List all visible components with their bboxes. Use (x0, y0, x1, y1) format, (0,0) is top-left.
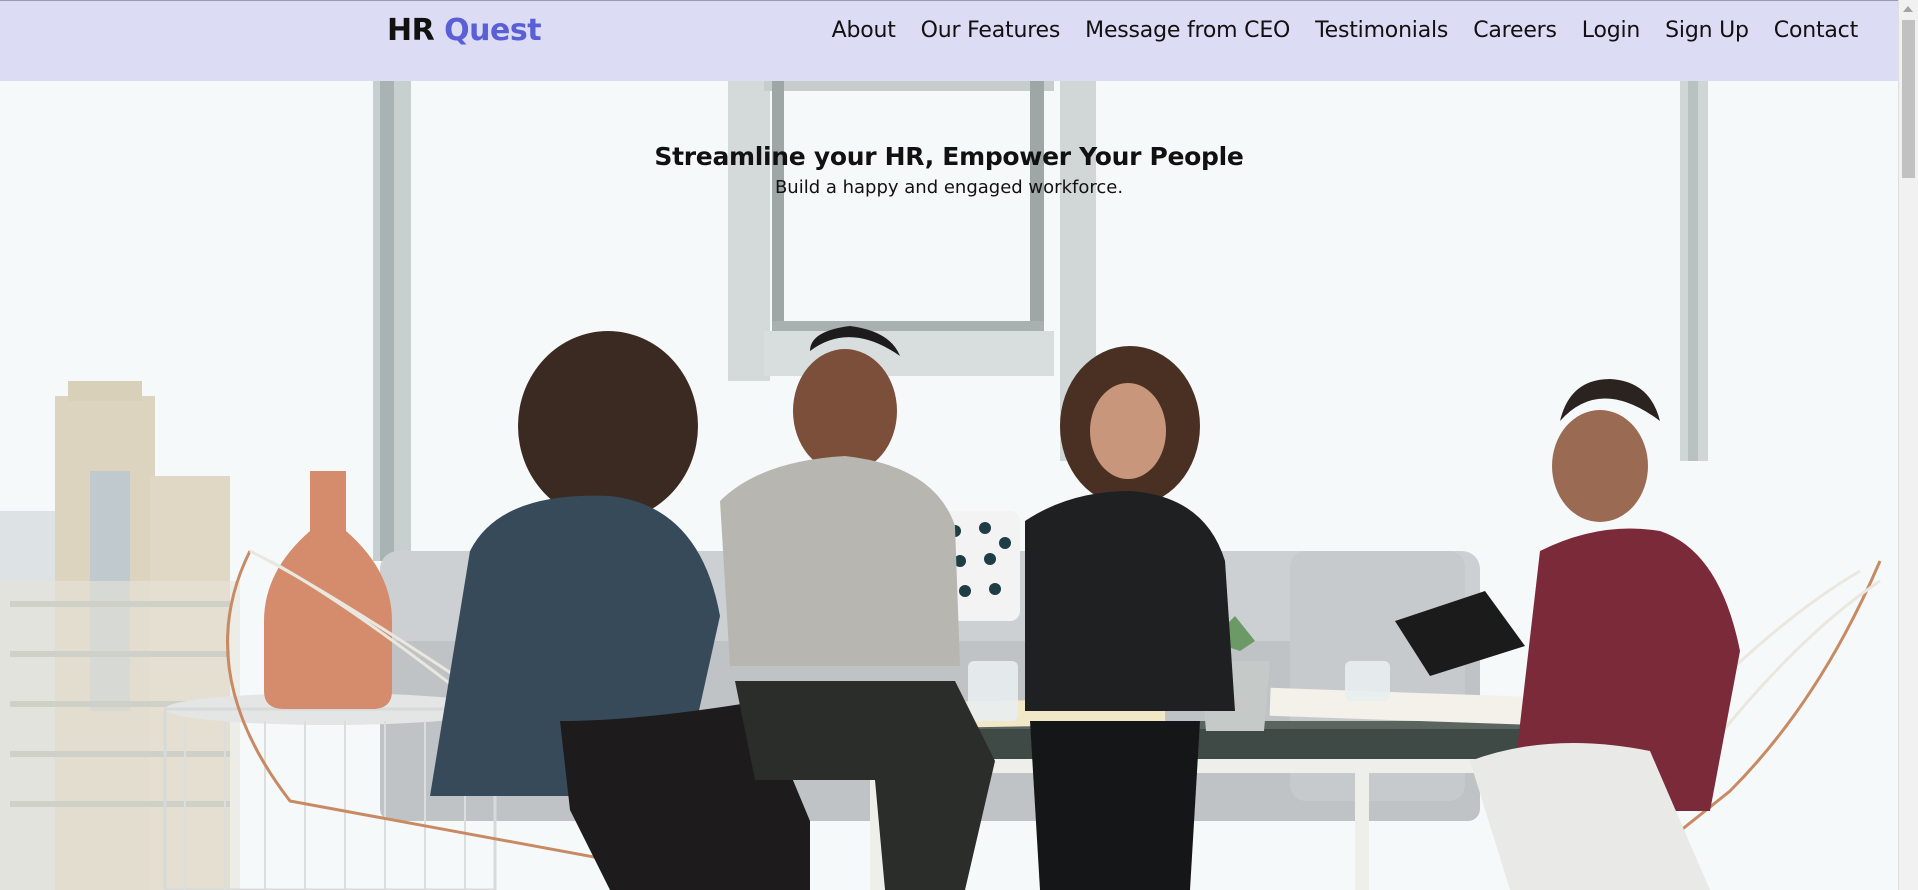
navbar: HR Quest About Our Features Message from… (0, 0, 1898, 81)
hero-text: Streamline your HR, Empower Your People … (0, 142, 1898, 198)
brand-name-part1: HR (387, 13, 435, 48)
nav-item-contact: Contact (1774, 18, 1858, 43)
nav-link-testimonials[interactable]: Testimonials (1315, 18, 1448, 43)
brand-logo[interactable]: HR Quest (387, 13, 542, 48)
nav-link-contact[interactable]: Contact (1774, 18, 1858, 43)
nav-link-about[interactable]: About (832, 18, 896, 43)
nav-link-ceo-message[interactable]: Message from CEO (1085, 18, 1290, 43)
nav-item-login: Login (1582, 18, 1641, 43)
nav-item-testimonials: Testimonials (1315, 18, 1448, 43)
nav-item-ceo: Message from CEO (1085, 18, 1290, 43)
brand-name-part2: Quest (444, 13, 542, 48)
page-scrollbar[interactable] (1898, 0, 1918, 890)
nav-item-about: About (832, 18, 896, 43)
nav-link-signup[interactable]: Sign Up (1665, 18, 1749, 43)
nav-link-careers[interactable]: Careers (1473, 18, 1557, 43)
nav-item-careers: Careers (1473, 18, 1557, 43)
nav-link-login[interactable]: Login (1582, 18, 1641, 43)
hero-section: Streamline your HR, Empower Your People … (0, 81, 1898, 890)
team-meeting-photo (0, 81, 1898, 890)
nav-item-features: Our Features (921, 18, 1061, 43)
hero-subtitle: Build a happy and engaged workforce. (774, 177, 1124, 198)
nav-link-features[interactable]: Our Features (921, 18, 1061, 43)
nav-menu: About Our Features Message from CEO Test… (832, 18, 1859, 43)
nav-item-signup: Sign Up (1665, 18, 1749, 43)
scroll-thumb[interactable] (1902, 20, 1915, 178)
page: HR Quest About Our Features Message from… (0, 0, 1918, 890)
hero-title: Streamline your HR, Empower Your People (654, 142, 1244, 171)
scroll-up-arrow-icon[interactable] (1903, 6, 1913, 12)
